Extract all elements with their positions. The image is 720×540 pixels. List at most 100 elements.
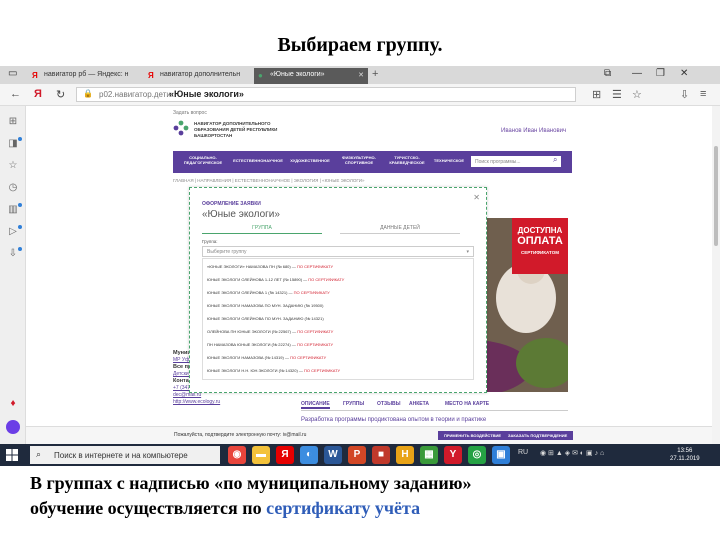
screenshot: ▭ Я навигатор рб — Яндекс: н Я навигатор… bbox=[0, 66, 720, 466]
tab-description[interactable]: ОПИСАНИЕ bbox=[301, 401, 330, 409]
search-icon[interactable]: ⌕ bbox=[553, 155, 557, 165]
tab-children-data[interactable]: ДАННЫЕ ДЕТЕЙ bbox=[340, 225, 460, 234]
tabs-icon[interactable]: ⧉ bbox=[604, 68, 611, 79]
chevron-down-icon: ▾ bbox=[466, 249, 469, 255]
bookmark-icon[interactable]: ☆ bbox=[632, 88, 642, 101]
group-select[interactable]: Выберите группу ▾ bbox=[202, 246, 474, 257]
user-name[interactable]: Иванов Иван Иванович bbox=[501, 128, 566, 134]
confirm-button[interactable]: ЗАКАЗАТЬ ПОДТВЕРЖДЕНИЕ bbox=[502, 431, 574, 440]
menu-dots-icon[interactable]: ≡ bbox=[700, 88, 706, 100]
tab-reviews[interactable]: ОТЗЫВЫ bbox=[377, 401, 400, 407]
yandex-y-icon[interactable]: Y bbox=[444, 446, 462, 464]
tab-label: «Юные экологи» bbox=[270, 71, 325, 78]
notifications-icon[interactable]: ◨ bbox=[7, 137, 22, 150]
group-option[interactable]: ОЛЕЙНОВА ПН ЮНЫЕ ЭКОЛОГИ (№ 22567) — ПО … bbox=[207, 329, 333, 334]
group-option[interactable]: ЮНЫЕ ЭКОЛОГИ ОЛЕЙНОВА 1-12 ЛЕТ (№ 15890)… bbox=[207, 277, 344, 282]
tab-label: навигатор дополнительн bbox=[160, 71, 241, 78]
group-option[interactable]: ЮНЫЕ ЭКОЛОГИ НАМАЗОВА ПО МУН. ЗАДАНИЮ (№… bbox=[207, 303, 323, 308]
close-tab-icon[interactable]: ✕ bbox=[358, 71, 364, 79]
caption-line-2: обучение осуществляется по сертификату у… bbox=[30, 496, 710, 521]
chrome-icon[interactable]: ◉ bbox=[228, 446, 246, 464]
new-tab-icon[interactable]: + bbox=[372, 68, 378, 80]
history-icon[interactable]: ◷ bbox=[7, 182, 19, 194]
alice-assistant-icon[interactable] bbox=[6, 420, 20, 434]
browser-tab-3-active[interactable]: ● «Юные экологи» ✕ bbox=[254, 68, 368, 84]
taskbar-search-input[interactable]: ⌕ Поиск в интернете и на компьютере bbox=[30, 446, 220, 464]
menu-icon[interactable]: ▭ bbox=[8, 68, 17, 79]
group-option[interactable]: «ЮНЫЕ ЭКОЛОГИ» НАМАЗОВА ПН (№ 680) — ПО … bbox=[207, 264, 333, 269]
close-window-icon[interactable]: ✕ bbox=[680, 68, 688, 79]
media-icon[interactable]: ◐ bbox=[300, 446, 318, 464]
caption-line-2-text: обучение осуществляется по bbox=[30, 498, 267, 518]
group-option[interactable]: ЮНЫЕ ЭКОЛОГИ Н.Н. ЮН.ЭКОЛОГИ (№ 14320) —… bbox=[207, 368, 340, 373]
language-indicator[interactable]: RU bbox=[518, 449, 528, 456]
yandex-icon[interactable]: Я bbox=[276, 446, 294, 464]
downloads-icon[interactable]: ⇩ bbox=[680, 88, 689, 101]
downloads-side-icon[interactable]: ⇩ bbox=[7, 247, 22, 260]
group-option[interactable]: ЮНЫЕ ЭКОЛОГИ НАМАЗОВА (№ 14319) — ПО СЕР… bbox=[207, 355, 326, 360]
nav-item-tourism[interactable]: ТУРИСТСКО-КРАЕВЕДЧЕСКОЕ bbox=[385, 155, 429, 165]
web-page: Задать вопрос НАВИГАТОР ДОПОЛНИТЕЛЬНОГО … bbox=[26, 106, 712, 444]
marker-icon[interactable]: ♦ bbox=[7, 398, 19, 410]
group-option[interactable]: ЮНЫЕ ЭКОЛОГИ ОЛЕЙНОВА 1 (№ 14321) — ПО С… bbox=[207, 290, 330, 295]
group-option[interactable]: ЮНЫЕ ЭКОЛОГИ ОЛЕЙНОВА ПО МУН. ЗАДАНИЮ (№… bbox=[207, 316, 324, 321]
powerpoint-icon[interactable]: P bbox=[348, 446, 366, 464]
yandex-logo-icon[interactable]: Я bbox=[34, 88, 42, 100]
browser-tab-2[interactable]: Я навигатор дополнительн bbox=[144, 68, 252, 84]
store-icon[interactable]: ■ bbox=[372, 446, 390, 464]
app-green-icon[interactable]: ▦ bbox=[420, 446, 438, 464]
main-nav: СОЦИАЛЬНО-ПЕДАГОГИЧЕСКОЕ ЕСТЕСТВЕННОНАУЧ… bbox=[173, 151, 572, 173]
tab-group[interactable]: ГРУППА bbox=[202, 225, 322, 234]
app-blue-icon[interactable]: ▣ bbox=[492, 446, 510, 464]
word-icon[interactable]: W bbox=[324, 446, 342, 464]
nav-item-technical[interactable]: ТЕХНИЧЕСКОЕ bbox=[431, 158, 467, 163]
url-text: p02.навигатор.дети bbox=[99, 90, 171, 99]
windows-start-icon[interactable] bbox=[6, 449, 18, 461]
url-field[interactable]: 🔒 p02.навигатор.дети «Юные экологи» bbox=[76, 87, 576, 102]
favorites-icon[interactable]: ☆ bbox=[7, 160, 19, 172]
collections-icon[interactable]: ▥ bbox=[7, 203, 22, 216]
bookmark-list-icon[interactable]: ☰ bbox=[612, 88, 622, 101]
tab-label: навигатор рб — Яндекс: н bbox=[44, 71, 129, 78]
video-icon[interactable]: ▷ bbox=[7, 225, 22, 238]
nav-item-art[interactable]: ХУДОЖЕСТВЕННОЕ bbox=[287, 158, 333, 163]
clock-time: 13:56 bbox=[677, 448, 693, 454]
program-search-input[interactable]: Поиск программы... bbox=[471, 156, 561, 167]
nav-item-science[interactable]: ЕСТЕСТВЕННОНАУЧНОЕ bbox=[231, 158, 285, 163]
minimize-icon[interactable]: — bbox=[632, 68, 642, 79]
tab-groups[interactable]: ГРУППЫ bbox=[343, 401, 364, 407]
modal-title: «Юные экологи» bbox=[202, 209, 280, 220]
explorer-icon[interactable]: ▬ bbox=[252, 446, 270, 464]
navigator-logo-icon[interactable] bbox=[173, 120, 189, 136]
slide-title: Выбираем группу. bbox=[277, 34, 443, 56]
apps-grid-icon[interactable]: ⊞ bbox=[7, 116, 19, 128]
taskbar-search-placeholder: Поиск в интернете и на компьютере bbox=[54, 451, 188, 460]
tray-icons[interactable]: ◉ ⊞ ▲ ◈ ✉ ◐ ▣ ♪ ⌂ bbox=[540, 449, 604, 457]
group-option[interactable]: ПН НАМАЗОВА ЮНЫЕ ЭКОЛОГИ (№ 22274) — ПО … bbox=[207, 342, 333, 347]
nav-item-social[interactable]: СОЦИАЛЬНО-ПЕДАГОГИЧЕСКОЕ bbox=[181, 155, 225, 165]
taskbar-clock[interactable]: 13:56 27.11.2019 bbox=[670, 447, 700, 463]
tab-map[interactable]: МЕСТО НА КАРТЕ bbox=[445, 401, 489, 407]
email-confirm-text: Пожалуйста, подтвердите электронную почт… bbox=[174, 432, 307, 438]
whatsapp-icon[interactable]: ◎ bbox=[468, 446, 486, 464]
caption-highlight: сертификату учёта bbox=[266, 498, 421, 518]
scrollbar-thumb[interactable] bbox=[714, 146, 718, 246]
apply-button[interactable]: ПРИМЕНИТЬ ВОЗДЕЙСТВИЕ bbox=[438, 431, 508, 440]
refresh-icon[interactable]: ↻ bbox=[56, 88, 65, 101]
website-link[interactable]: http://www.ecology.ru bbox=[173, 399, 220, 405]
ask-question-link[interactable]: Задать вопрос bbox=[173, 110, 207, 116]
promo-line2: ОПЛАТА bbox=[517, 235, 563, 247]
tab-survey[interactable]: АНКЕТА bbox=[409, 401, 429, 407]
close-icon[interactable]: ✕ bbox=[473, 193, 480, 202]
browser-tab-1[interactable]: Я навигатор рб — Яндекс: н bbox=[28, 68, 142, 84]
caption-line-1: В группах с надписью «по муниципальному … bbox=[30, 473, 472, 493]
maximize-icon[interactable]: ❐ bbox=[656, 68, 665, 79]
back-icon[interactable]: ← bbox=[10, 88, 21, 100]
translate-icon[interactable]: ⊞ bbox=[592, 88, 601, 101]
slide-caption: В группах с надписью «по муниципальному … bbox=[30, 471, 710, 521]
scrollbar[interactable] bbox=[712, 106, 720, 444]
app-h-icon[interactable]: H bbox=[396, 446, 414, 464]
certificate-payment-badge: ДОСТУПНА ОПЛАТА СЕРТИФИКАТОМ bbox=[512, 218, 568, 274]
group-select-placeholder: Выберите группу bbox=[207, 249, 247, 255]
nav-item-sport[interactable]: ФИЗКУЛЬТУРНО-СПОРТИВНОЕ bbox=[337, 155, 381, 165]
